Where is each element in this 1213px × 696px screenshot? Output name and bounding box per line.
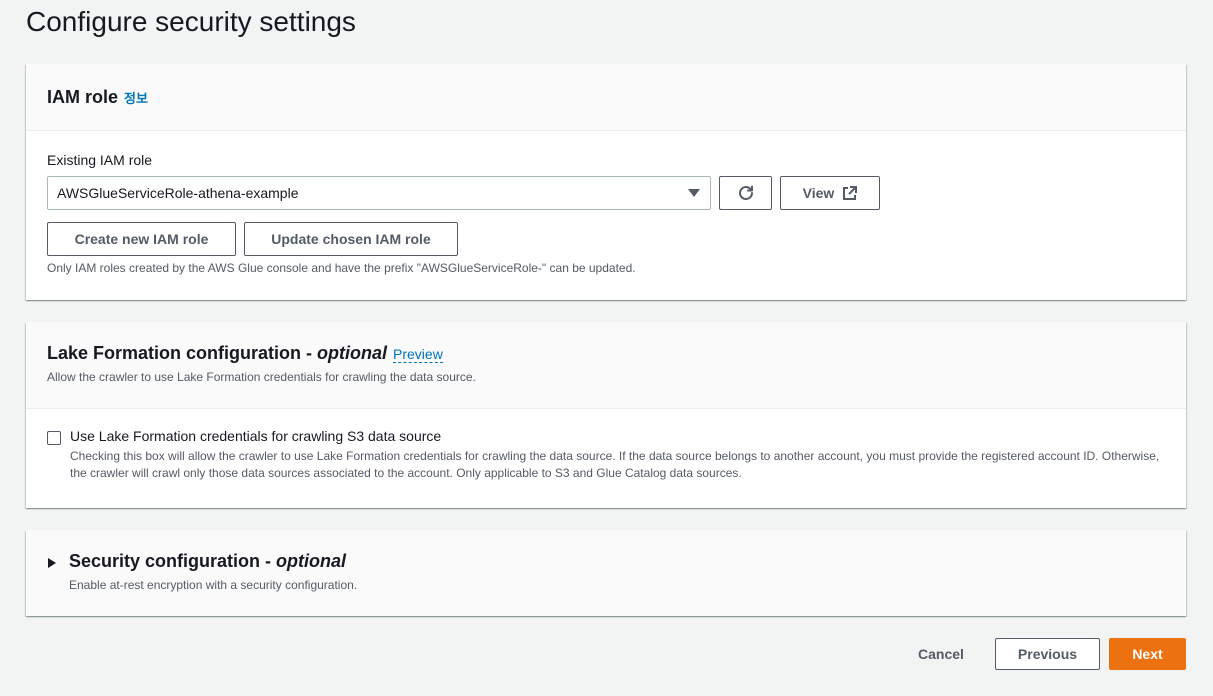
security-configuration-optional: optional: [276, 551, 347, 571]
lake-formation-description: Allow the crawler to use Lake Formation …: [47, 370, 476, 384]
preview-link[interactable]: Preview: [393, 346, 443, 363]
security-configuration-description: Enable at-rest encryption with a securit…: [69, 578, 358, 592]
caret-down-icon: [688, 189, 700, 197]
view-button-label: View: [802, 185, 835, 201]
security-configuration-title-text: Security configuration -: [69, 551, 277, 571]
lake-formation-optional: optional: [317, 343, 388, 363]
cancel-button[interactable]: Cancel: [905, 638, 977, 670]
iam-role-hint: Only IAM roles created by the AWS Glue c…: [47, 261, 636, 275]
lake-formation-title-text: Lake Formation configuration -: [47, 343, 318, 363]
update-iam-role-button[interactable]: Update chosen IAM role: [244, 222, 458, 256]
refresh-button[interactable]: [719, 176, 772, 210]
security-configuration-title[interactable]: Security configuration - optional: [69, 551, 346, 572]
iam-info-link[interactable]: 정보: [124, 88, 148, 107]
page-title: Configure security settings: [26, 6, 356, 37]
lake-formation-checkbox[interactable]: [47, 431, 61, 445]
iam-role-select[interactable]: AWSGlueServiceRole-athena-example: [47, 176, 711, 210]
lake-formation-checkbox-label[interactable]: Use Lake Formation credentials for crawl…: [70, 428, 441, 444]
existing-iam-role-label: Existing IAM role: [47, 152, 153, 168]
lake-formation-title: Lake Formation configuration - optional P…: [47, 343, 1165, 364]
create-iam-role-button[interactable]: Create new IAM role: [47, 222, 236, 256]
view-button[interactable]: View: [780, 176, 880, 210]
lake-formation-checkbox-description: Checking this box will allow the crawler…: [70, 449, 1160, 480]
refresh-icon: [737, 184, 755, 202]
next-button[interactable]: Next: [1109, 638, 1186, 670]
iam-role-header: IAM role 정보: [26, 64, 1186, 131]
security-configuration-panel[interactable]: Security configuration - optional Enable…: [26, 530, 1186, 616]
iam-role-title: IAM role: [47, 86, 119, 107]
previous-button[interactable]: Previous: [995, 638, 1100, 670]
lake-formation-panel: Lake Formation configuration - optional P…: [26, 322, 1186, 508]
caret-right-icon[interactable]: [48, 558, 56, 568]
external-link-icon: [842, 185, 858, 201]
lake-formation-header: Lake Formation configuration - optional P…: [26, 322, 1186, 409]
iam-role-panel: IAM role 정보 Existing IAM role AWSGlueSer…: [26, 64, 1186, 300]
iam-role-selected-value: AWSGlueServiceRole-athena-example: [57, 185, 299, 201]
